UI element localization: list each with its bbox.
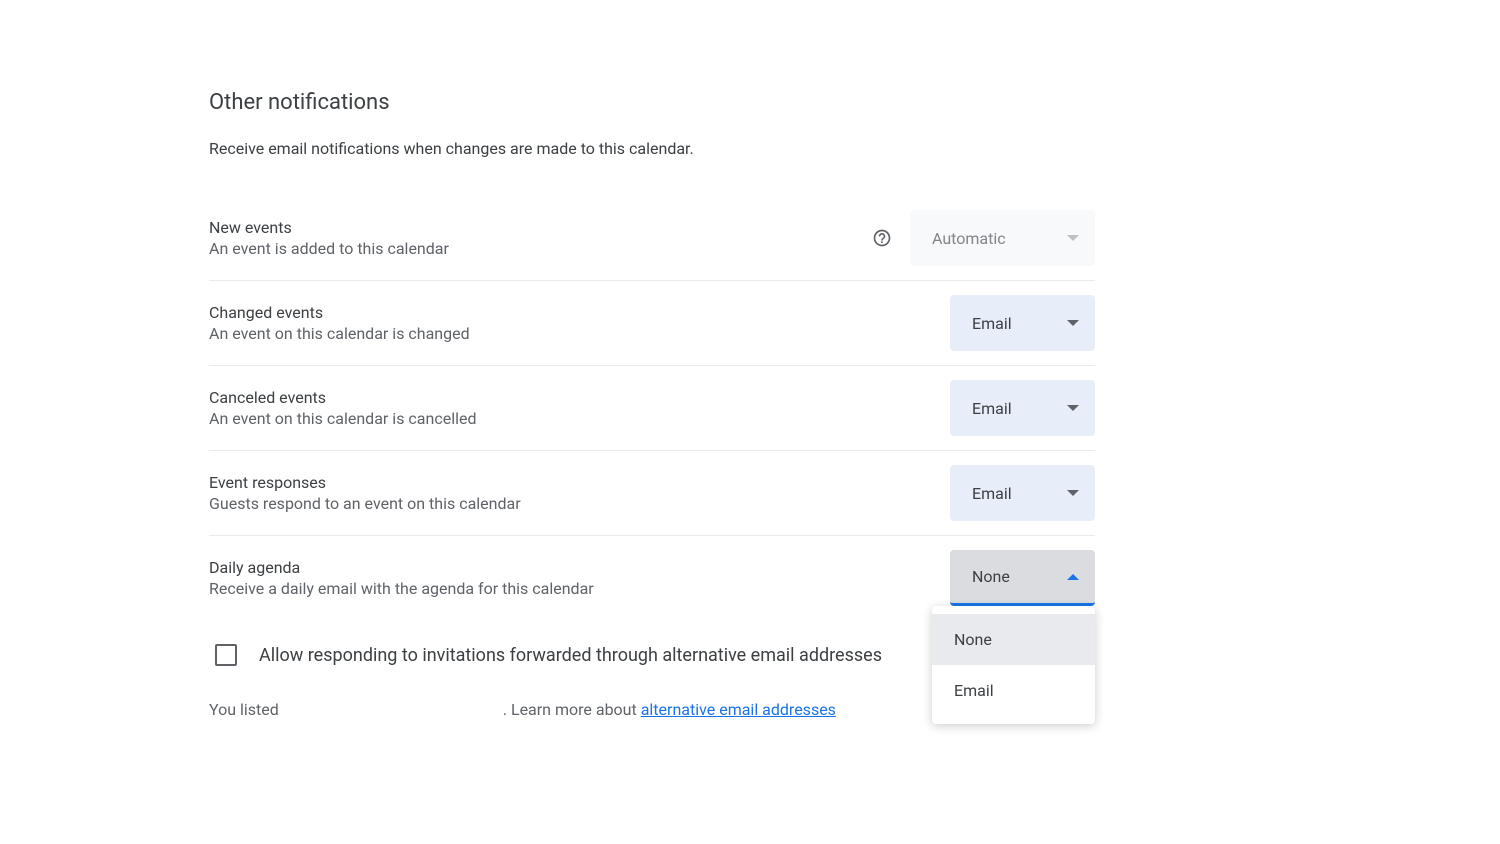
dropdown-event-responses[interactable]: Email — [950, 465, 1095, 521]
dropdown-new-events: Automatic — [910, 210, 1095, 266]
menu-item-none[interactable]: None — [932, 614, 1095, 665]
setting-controls: Automatic — [872, 210, 1095, 266]
setting-label: Event responses — [209, 473, 950, 492]
section-description: Receive email notifications when changes… — [209, 139, 1095, 158]
setting-text: Changed events An event on this calendar… — [209, 303, 950, 343]
link-alt-email-addresses[interactable]: alternative email addresses — [641, 700, 836, 719]
help-icon[interactable] — [872, 228, 892, 248]
setting-label: Daily agenda — [209, 558, 950, 577]
setting-sublabel: An event is added to this calendar — [209, 239, 872, 258]
setting-row-event-responses: Event responses Guests respond to an eve… — [209, 451, 1095, 536]
dropdown-value: Automatic — [932, 229, 1006, 248]
setting-text: Canceled events An event on this calenda… — [209, 388, 950, 428]
setting-sublabel: An event on this calendar is changed — [209, 324, 950, 343]
checkbox-label: Allow responding to invitations forwarde… — [259, 645, 882, 666]
chevron-down-icon — [1067, 490, 1079, 496]
dropdown-value: Email — [972, 399, 1012, 418]
setting-row-changed-events: Changed events An event on this calendar… — [209, 281, 1095, 366]
menu-item-email[interactable]: Email — [932, 665, 1095, 716]
dropdown-changed-events[interactable]: Email — [950, 295, 1095, 351]
dropdown-value: None — [972, 567, 1010, 586]
setting-sublabel: Receive a daily email with the agenda fo… — [209, 579, 950, 598]
setting-row-daily-agenda: Daily agenda Receive a daily email with … — [209, 536, 1095, 620]
chevron-down-icon — [1067, 320, 1079, 326]
setting-row-new-events: New events An event is added to this cal… — [209, 196, 1095, 281]
listed-suffix: . Learn more about — [503, 700, 641, 719]
dropdown-value: Email — [972, 314, 1012, 333]
dropdown-canceled-events[interactable]: Email — [950, 380, 1095, 436]
dropdown-menu: None Email — [932, 606, 1095, 724]
setting-sublabel: An event on this calendar is cancelled — [209, 409, 950, 428]
chevron-down-icon — [1067, 235, 1079, 241]
chevron-up-icon — [1067, 574, 1079, 580]
setting-sublabel: Guests respond to an event on this calen… — [209, 494, 950, 513]
section-title: Other notifications — [209, 90, 1095, 115]
setting-controls: None — [950, 550, 1095, 606]
setting-row-canceled-events: Canceled events An event on this calenda… — [209, 366, 1095, 451]
setting-controls: Email — [950, 380, 1095, 436]
setting-text: Daily agenda Receive a daily email with … — [209, 558, 950, 598]
setting-text: New events An event is added to this cal… — [209, 218, 872, 258]
setting-label: New events — [209, 218, 872, 237]
setting-label: Changed events — [209, 303, 950, 322]
setting-label: Canceled events — [209, 388, 950, 407]
setting-controls: Email — [950, 295, 1095, 351]
setting-controls: Email — [950, 465, 1095, 521]
checkbox-alt-email[interactable] — [215, 644, 237, 666]
dropdown-daily-agenda[interactable]: None — [950, 550, 1095, 606]
listed-prefix: You listed — [209, 700, 279, 719]
chevron-down-icon — [1067, 405, 1079, 411]
setting-text: Event responses Guests respond to an eve… — [209, 473, 950, 513]
dropdown-value: Email — [972, 484, 1012, 503]
